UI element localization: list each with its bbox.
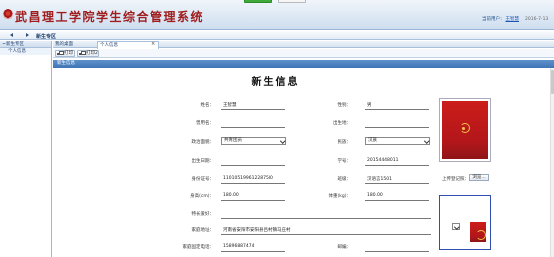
sidebar-section-freshman[interactable]: −新生专区	[0, 41, 51, 48]
former-name-underline	[221, 127, 285, 128]
breadcrumb[interactable]: 新生专区	[36, 33, 56, 40]
nav-back-icon[interactable]	[10, 33, 13, 37]
gender-underline	[365, 109, 429, 110]
printer-icon	[79, 51, 86, 56]
chevron-down-icon	[280, 139, 284, 143]
browse-button[interactable]: 浏览...	[469, 174, 489, 181]
height-label: 身高(cm)：	[190, 194, 214, 199]
political-select[interactable]: 共青团员	[221, 137, 286, 145]
ethnicity-label: 民族：	[337, 140, 352, 145]
photo-preview-frame	[439, 195, 491, 250]
birthplace-label: 出生地：	[333, 121, 351, 126]
birthplace-underline	[365, 127, 429, 128]
student-id-underline	[365, 165, 429, 166]
current-date: 2016-7-13	[525, 17, 549, 22]
height-underline	[221, 200, 285, 201]
weight-field[interactable]: 180.00	[367, 193, 383, 198]
tab-close-icon[interactable]: ×	[151, 41, 155, 48]
print-button[interactable]: 打印	[55, 50, 75, 57]
photo-preview-image	[470, 222, 487, 242]
gender-label: 性别：	[337, 103, 352, 108]
id-card-underline	[221, 183, 285, 184]
tab-personal-info[interactable]: 个人信息	[97, 41, 159, 49]
user-info: 当前用户：王智慧 2016-7-13	[482, 16, 548, 22]
postcode-label: 邮编：	[337, 245, 352, 250]
name-value: 王智慧	[223, 103, 237, 108]
tab-desktop[interactable]: 我的桌面	[53, 41, 97, 48]
vertical-scrollbar[interactable]	[550, 68, 554, 257]
student-photo	[439, 98, 491, 162]
birthdate-underline	[221, 165, 285, 166]
height-field[interactable]: 180.00	[223, 193, 239, 198]
photo-preview-thumb	[468, 220, 488, 244]
top-banner: 武昌理工学院学生综合管理系统 当前用户：王智慧 2016-7-13	[0, 0, 554, 30]
political-label: 政治面貌：	[191, 140, 215, 145]
weight-label: 体重(kg)：	[328, 194, 351, 199]
class-underline	[365, 183, 429, 184]
current-user-label: 当前用户：	[482, 17, 505, 22]
student-id-value: 20154448011	[367, 158, 399, 163]
former-name-label: 曾用名：	[196, 121, 214, 126]
sidebar-section-label: 新生专区	[6, 42, 24, 47]
top-green-button[interactable]	[244, 0, 272, 3]
phone-underline	[221, 251, 285, 252]
address-label: 家庭地址：	[191, 228, 215, 233]
form-title: 新生信息	[251, 77, 300, 88]
class-label: 班级：	[337, 177, 352, 182]
birthdate-label: 出生日期：	[191, 159, 215, 164]
postcode-underline	[365, 251, 429, 252]
hobby-label: 特长爱好：	[191, 212, 215, 217]
school-logo-icon	[3, 9, 13, 19]
system-title: 武昌理工学院学生综合管理系统	[15, 10, 205, 24]
chevron-down-icon	[454, 225, 458, 229]
printer-icon	[57, 51, 64, 56]
tab-bar: 我的桌面 个人信息 ×	[53, 41, 554, 49]
address-underline	[221, 234, 431, 235]
phone-label: 家庭固定电话：	[182, 245, 215, 250]
student-id-label: 学号：	[337, 159, 352, 164]
class-value: 汉语言1501	[367, 177, 392, 182]
toolbar: 打印 打印2	[53, 49, 554, 58]
photo-image	[442, 101, 488, 159]
current-user-link[interactable]: 王智慧	[506, 17, 520, 22]
top-grey-button[interactable]	[278, 0, 306, 3]
name-label: 姓名：	[200, 103, 215, 108]
id-card-value: 1101051996122875l0	[223, 176, 273, 181]
id-card-label: 身份证号：	[191, 177, 215, 182]
panel-title-bar: 新生信息	[53, 60, 554, 68]
nav-strip: 新生专区	[0, 31, 554, 40]
gender-value: 男	[367, 103, 372, 108]
main-area: 我的桌面 个人信息 × 打印 打印2 新生信息 新生信息 姓名： 王智慧 性别：…	[53, 41, 554, 257]
weight-underline	[365, 200, 429, 201]
ethnicity-select[interactable]: 汉族	[365, 137, 430, 145]
phone-field[interactable]: 15896887474	[223, 244, 255, 249]
photo-preview-select[interactable]	[452, 223, 460, 230]
chevron-down-icon	[424, 139, 428, 143]
address-field[interactable]: 河南省安阳市安阳县吕村镇马庄村	[223, 227, 291, 233]
name-underline	[221, 109, 285, 110]
hobby-underline	[221, 218, 431, 219]
sidebar: −新生专区 个人信息	[0, 41, 52, 257]
upload-photo-label: 上传登记照：	[442, 177, 469, 182]
nav-forward-icon[interactable]	[26, 33, 29, 37]
emblem-icon	[462, 127, 466, 131]
sidebar-item-personal-info[interactable]: 个人信息	[0, 48, 51, 55]
print2-button[interactable]: 打印2	[77, 50, 99, 57]
